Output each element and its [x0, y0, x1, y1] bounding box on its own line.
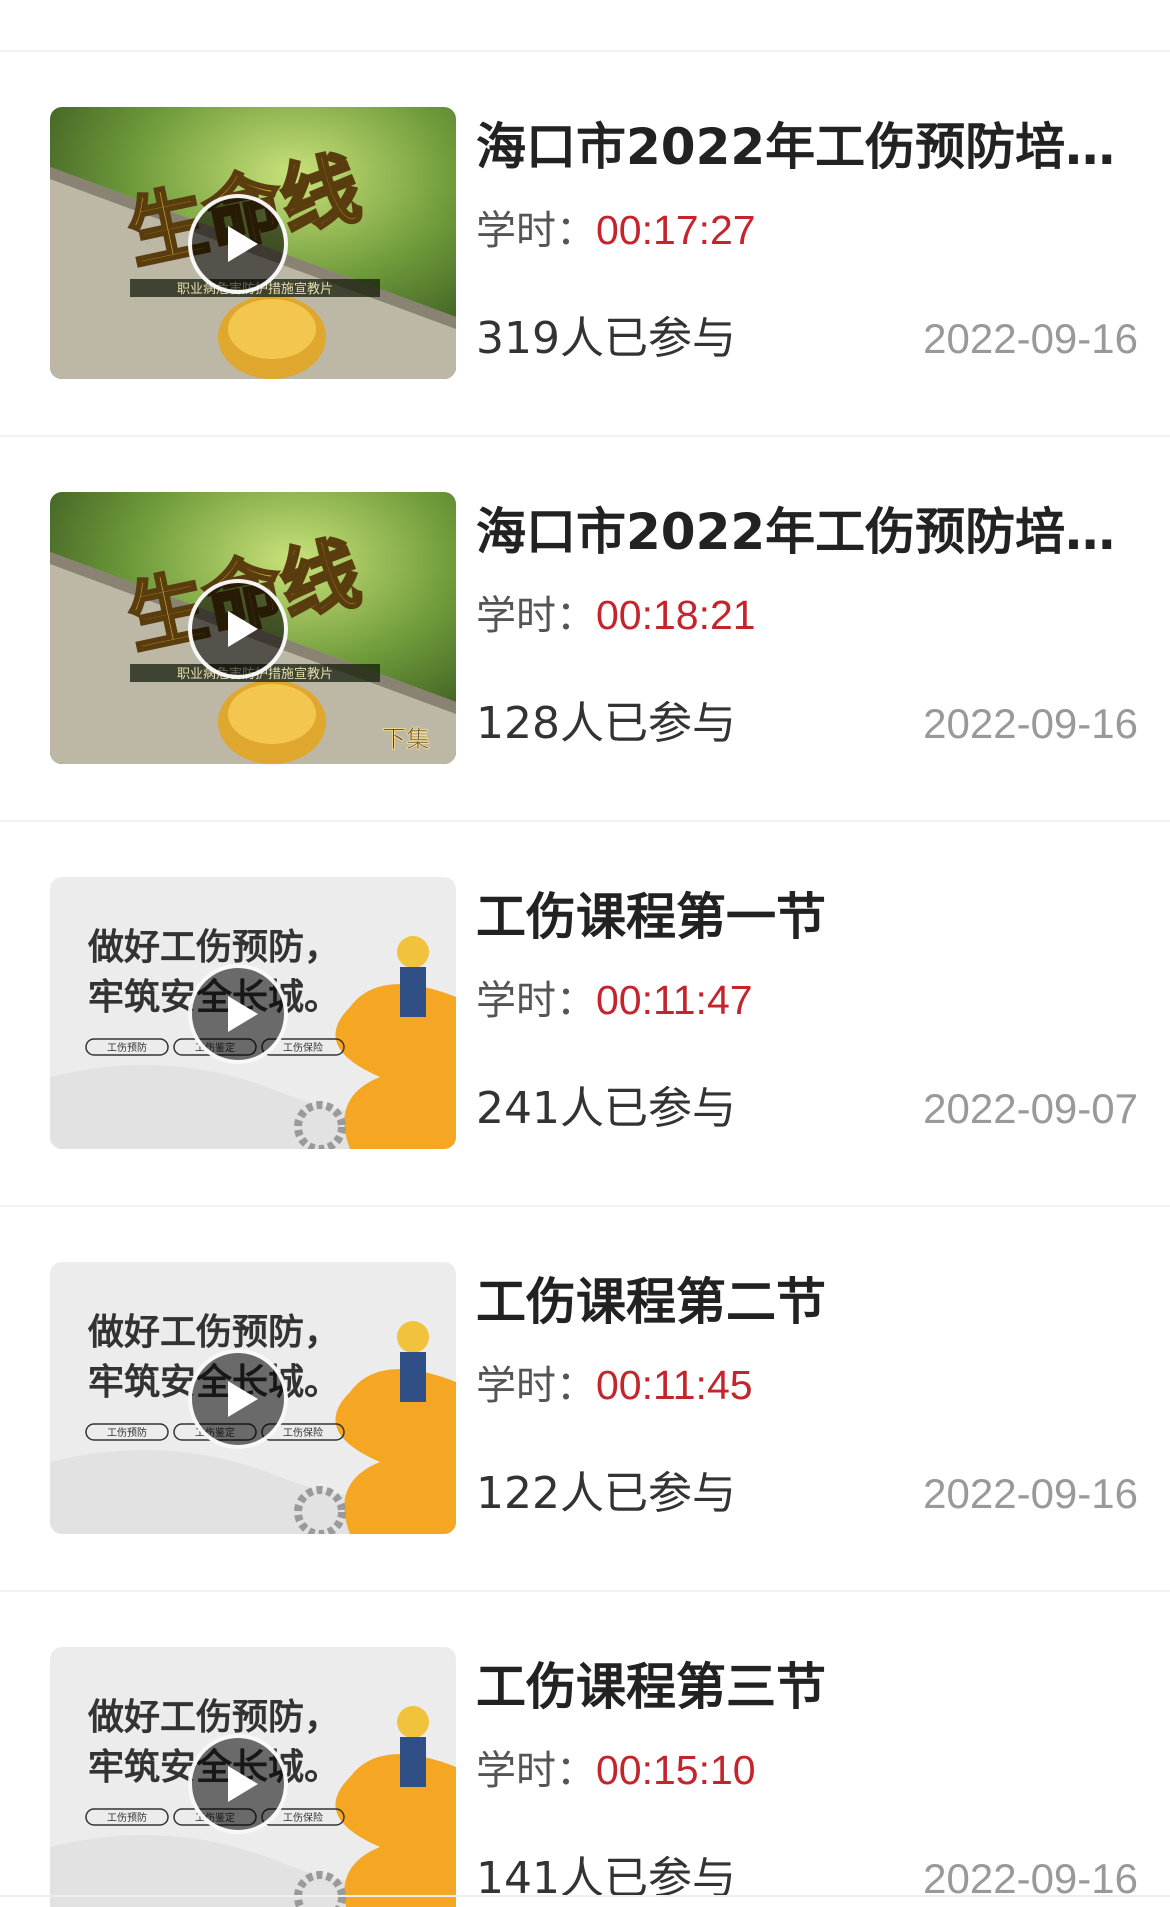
duration-label: 学时： [476, 1363, 596, 1409]
duration-value: 00:11:47 [596, 977, 753, 1023]
thumbnail-tag: 工伤预防 [107, 1426, 147, 1439]
thumbnail-tag: 工伤保险 [283, 1426, 323, 1439]
play-icon [228, 611, 258, 647]
course-title[interactable]: 工伤课程第三节 [476, 1652, 1126, 1722]
thumbnail-line1: 做好工伤预防， [87, 1312, 340, 1353]
participant-count: 319人已参与 [476, 313, 736, 364]
thumbnail-tag: 工伤预防 [107, 1041, 147, 1054]
course-title[interactable]: 海口市2022年工伤预防培… [476, 497, 1126, 567]
duration-label: 学时： [476, 593, 596, 639]
course-thumbnail[interactable]: 做好工伤预防， 牢筑安全长城。 工伤预防 工伤鉴定 工伤保险 [50, 1647, 456, 1907]
play-button[interactable] [188, 579, 288, 679]
thumbnail-line1: 做好工伤预防， [87, 1697, 340, 1738]
duration-label: 学时： [476, 208, 596, 254]
publish-date: 2022-09-16 [923, 1470, 1138, 1517]
course-title[interactable]: 工伤课程第二节 [476, 1267, 1126, 1337]
course-card[interactable]: 做好工伤预防， 牢筑安全长城。 工伤预防 工伤鉴定 工伤保险 工伤课程第三节 学… [0, 1592, 1170, 1907]
thumbnail-line1: 做好工伤预防， [87, 927, 340, 968]
course-card[interactable]: 做好工伤预防， 牢筑安全长城。 工伤预防 工伤鉴定 工伤保险 工伤课程第一节 学… [0, 822, 1170, 1205]
course-thumbnail[interactable]: 生命线 职业病危害防护措施宣教片 [50, 107, 456, 379]
publish-date: 2022-09-16 [923, 315, 1138, 362]
duration-label: 学时： [476, 1748, 596, 1794]
play-icon [228, 996, 258, 1032]
duration-value: 00:11:45 [596, 1362, 753, 1408]
publish-date: 2022-09-16 [923, 700, 1138, 747]
play-button[interactable] [188, 964, 288, 1064]
duration-row: 学时：00:18:21 [476, 585, 756, 646]
course-title[interactable]: 海口市2022年工伤预防培… [476, 112, 1126, 182]
participant-count: 141人已参与 [476, 1853, 736, 1904]
play-icon [228, 1381, 258, 1417]
publish-date: 2022-09-07 [923, 1085, 1138, 1132]
duration-value: 00:17:27 [596, 207, 756, 253]
participant-count: 122人已参与 [476, 1468, 736, 1519]
duration-value: 00:18:21 [596, 592, 756, 638]
duration-row: 学时：00:15:10 [476, 1740, 756, 1801]
play-button[interactable] [188, 1734, 288, 1834]
course-card[interactable]: 生命线 职业病危害防护措施宣教片 下集 海口市2022年工伤预防培… 学时：00… [0, 437, 1170, 820]
participant-count: 241人已参与 [476, 1083, 736, 1134]
course-title[interactable]: 工伤课程第一节 [476, 882, 1126, 952]
course-card[interactable]: 做好工伤预防， 牢筑安全长城。 工伤预防 工伤鉴定 工伤保险 工伤课程第二节 学… [0, 1207, 1170, 1590]
course-thumbnail[interactable]: 做好工伤预防， 牢筑安全长城。 工伤预防 工伤鉴定 工伤保险 [50, 1262, 456, 1534]
play-button[interactable] [188, 194, 288, 294]
duration-value: 00:15:10 [596, 1747, 756, 1793]
course-list: 生命线 职业病危害防护措施宣教片 海口市2022年工伤预防培… 学时：00:17… [0, 52, 1170, 1907]
duration-row: 学时：00:11:45 [476, 1355, 753, 1416]
play-icon [228, 1766, 258, 1802]
thumbnail-tag: 工伤保险 [283, 1811, 323, 1824]
bottom-divider [0, 1895, 1170, 1897]
thumbnail-tag: 工伤预防 [107, 1811, 147, 1824]
play-button[interactable] [188, 1349, 288, 1449]
duration-row: 学时：00:17:27 [476, 200, 756, 261]
duration-row: 学时：00:11:47 [476, 970, 753, 1031]
publish-date: 2022-09-16 [923, 1855, 1138, 1902]
play-icon [228, 226, 258, 262]
thumbnail-tag: 工伤保险 [283, 1041, 323, 1054]
duration-label: 学时： [476, 978, 596, 1024]
course-thumbnail[interactable]: 做好工伤预防， 牢筑安全长城。 工伤预防 工伤鉴定 工伤保险 [50, 877, 456, 1149]
thumbnail-corner-text: 下集 [382, 725, 430, 753]
course-thumbnail[interactable]: 生命线 职业病危害防护措施宣教片 下集 [50, 492, 456, 764]
participant-count: 128人已参与 [476, 698, 736, 749]
course-card[interactable]: 生命线 职业病危害防护措施宣教片 海口市2022年工伤预防培… 学时：00:17… [0, 52, 1170, 435]
